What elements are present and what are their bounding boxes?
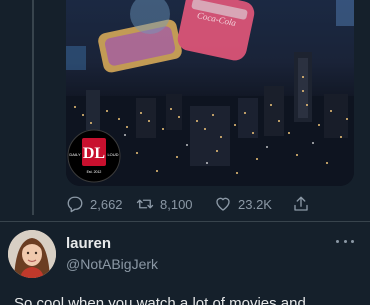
- reply-button[interactable]: 2,662: [66, 194, 136, 214]
- badge-year: Est. 2012: [87, 170, 102, 174]
- share-button[interactable]: [292, 194, 310, 214]
- like-count: 23.2K: [238, 196, 272, 212]
- heart-icon: [216, 197, 230, 211]
- badge-monogram: DL: [83, 145, 105, 162]
- like-button[interactable]: 23.2K: [214, 194, 292, 214]
- city-night-photo: DL DAILY LOUD Est. 2012 Coca-Cola: [66, 0, 354, 186]
- retweet-icon: [136, 199, 154, 209]
- retweet-count: 8,100: [160, 196, 193, 212]
- author-handle[interactable]: @NotABigJerk: [66, 256, 158, 272]
- avatar[interactable]: [8, 230, 56, 278]
- avatar-photo: [8, 230, 56, 278]
- reply-icon: [67, 196, 83, 213]
- more-dot-icon: [351, 239, 354, 243]
- tweet-actions: 2,662 8,100 23.2K: [66, 194, 310, 214]
- more-dot-icon: [343, 239, 347, 243]
- more-options-button[interactable]: [336, 236, 354, 246]
- tweet-text: So cool when you watch a lot of movies a…: [14, 297, 306, 305]
- tweet-text-cropped: So cool when you watch a lot of movies a…: [14, 297, 354, 305]
- badge-left-text: DAILY: [69, 152, 81, 157]
- tweet-divider: [0, 221, 370, 222]
- reply-count: 2,662: [90, 196, 123, 212]
- share-icon: [294, 196, 308, 211]
- more-dot-icon: [336, 239, 339, 243]
- tweet-media-image[interactable]: DL DAILY LOUD Est. 2012 Coca-Cola: [66, 0, 354, 186]
- retweet-button[interactable]: 8,100: [136, 194, 214, 214]
- thread-line: [32, 0, 34, 215]
- daily-loud-badge: DL DAILY LOUD Est. 2012: [67, 129, 121, 183]
- badge-right-text: LOUD: [107, 152, 118, 157]
- author-name[interactable]: lauren: [66, 235, 111, 252]
